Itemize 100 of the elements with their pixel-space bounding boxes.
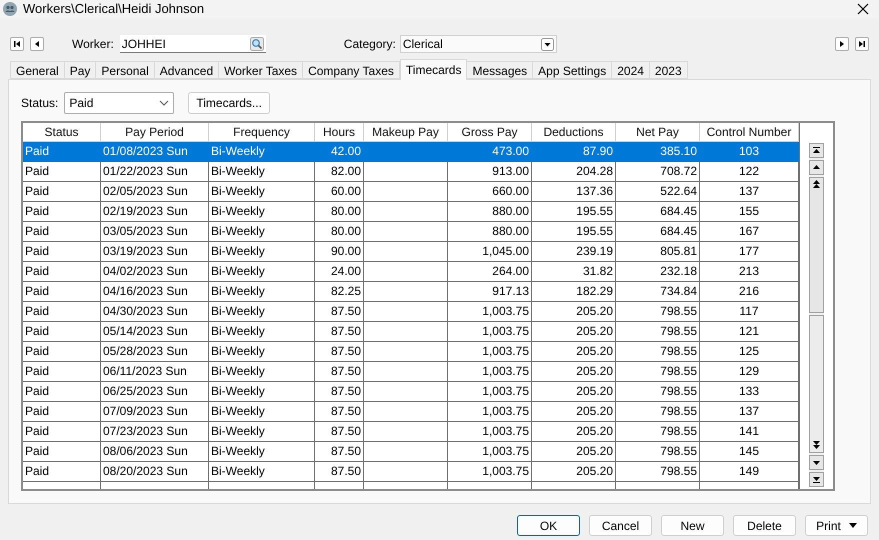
table-cell: 1,003.75 [448,342,532,361]
dialog-button[interactable]: OK [517,515,580,536]
table-row[interactable]: Paid 08/20/2023 Sun Bi-Weekly 87.50 1,003.75 205.20 798.55 149 [23,462,799,482]
scroll-up-button[interactable] [809,160,824,175]
table-cell: 182.29 [532,282,616,301]
column-header[interactable]: Hours [315,123,364,141]
table-row[interactable]: Paid 07/23/2023 Sun Bi-Weekly 87.50 1,003.75 205.20 798.55 141 [23,422,799,442]
table-cell: 87.50 [315,462,364,481]
page-down-icon [812,441,821,450]
table-row[interactable]: Paid 05/28/2023 Sun Bi-Weekly 87.50 1,003.75 205.20 798.55 125 [23,342,799,362]
table-cell: 205.20 [532,302,616,321]
table-cell: 60.00 [315,182,364,201]
column-header[interactable]: Frequency [209,123,315,141]
column-header[interactable]: Status [23,123,101,141]
table-cell: 798.55 [616,382,700,401]
tab[interactable]: 2024 [612,61,650,79]
column-header[interactable]: Gross Pay [448,123,532,141]
table-cell: Paid [23,382,101,401]
tab[interactable]: Advanced [154,61,220,79]
worker-label: Worker: [72,36,114,53]
tab[interactable]: Worker Taxes [219,61,304,79]
table-row[interactable]: Paid 05/14/2023 Sun Bi-Weekly 87.50 1,003.75 205.20 798.55 121 [23,322,799,342]
table-cell: Paid [23,442,101,461]
table-cell: 798.55 [616,442,700,461]
dialog-button[interactable]: Cancel [589,515,652,536]
table-row[interactable]: Paid 04/30/2023 Sun Bi-Weekly 87.50 1,003.75 205.20 798.55 117 [23,302,799,322]
table-cell: 205.20 [532,462,616,481]
close-button[interactable] [856,2,870,16]
dialog-button[interactable]: New [661,515,724,536]
table-cell: Bi-Weekly [209,342,315,361]
scroll-down-button[interactable] [809,455,824,470]
table-cell: Paid [23,362,101,381]
table-row[interactable]: Paid 08/06/2023 Sun Bi-Weekly 87.50 1,003.75 205.20 798.55 145 [23,442,799,462]
tab[interactable]: 2023 [650,61,688,79]
table-cell: Bi-Weekly [209,262,315,281]
table-row[interactable]: Paid 04/16/2023 Sun Bi-Weekly 82.25 917.13 182.29 734.84 216 [23,282,799,302]
table-row[interactable]: Paid 06/25/2023 Sun Bi-Weekly 87.50 1,003.75 205.20 798.55 133 [23,382,799,402]
print-menu-button[interactable]: Print [805,515,868,536]
tab[interactable]: General [10,61,65,79]
table-cell: 03/19/2023 Sun [101,242,209,261]
table-cell: 216 [700,282,799,301]
table-cell: 798.55 [616,362,700,381]
tab[interactable]: Timecards [400,59,468,80]
table-row[interactable]: Paid 03/19/2023 Sun Bi-Weekly 90.00 1,045.00 239.19 805.81 177 [23,242,799,262]
table-cell: 1,003.75 [448,362,532,381]
table-row[interactable]: Paid 06/11/2023 Sun Bi-Weekly 87.50 1,003.75 205.20 798.55 129 [23,362,799,382]
table-cell: 1,003.75 [448,322,532,341]
vertical-scrollbar[interactable] [809,143,824,487]
tab[interactable]: Company Taxes [303,61,400,79]
table-cell: Bi-Weekly [209,442,315,461]
column-header[interactable]: Deductions [532,123,616,141]
first-record-button[interactable] [10,37,24,51]
status-dropdown[interactable]: Paid [64,92,174,114]
category-label: Category: [344,36,396,53]
table-cell: Bi-Weekly [209,422,315,441]
worker-field[interactable]: JOHHEI [120,35,266,53]
table-cell: Paid [23,162,101,181]
column-header[interactable]: Net Pay [616,123,700,141]
table-row[interactable]: Paid 02/05/2023 Sun Bi-Weekly 60.00 660.00 137.36 522.64 137 [23,182,799,202]
table-cell: 798.55 [616,342,700,361]
table-cell: Paid [23,402,101,421]
next-record-button[interactable] [835,37,849,51]
table-cell: Paid [23,262,101,281]
tab[interactable]: Personal [96,61,155,79]
table-cell: 122 [700,162,799,181]
table-cell: Paid [23,282,101,301]
table-row[interactable]: Paid 02/19/2023 Sun Bi-Weekly 80.00 880.00 195.55 684.45 155 [23,202,799,222]
tab[interactable]: Messages [467,61,534,79]
last-record-button[interactable] [855,37,869,51]
table-cell: 473.00 [448,142,532,161]
table-row[interactable]: Paid 07/09/2023 Sun Bi-Weekly 87.50 1,003.75 205.20 798.55 137 [23,402,799,422]
scrollbar-thumb[interactable] [809,315,824,453]
previous-record-button[interactable] [30,37,44,51]
table-cell: Bi-Weekly [209,322,315,341]
table-cell: 87.50 [315,402,364,421]
search-icon[interactable] [250,36,264,50]
table-cell: Paid [23,342,101,361]
page-up-icon [812,180,821,189]
table-row[interactable]: Paid 03/05/2023 Sun Bi-Weekly 80.00 880.00 195.55 684.45 167 [23,222,799,242]
table-row[interactable]: Paid 01/22/2023 Sun Bi-Weekly 82.00 913.00 204.28 708.72 122 [23,162,799,182]
table-cell: 05/14/2023 Sun [101,322,209,341]
table-cell: 121 [700,322,799,341]
table-cell: Bi-Weekly [209,282,315,301]
column-header[interactable]: Pay Period [101,123,209,141]
scroll-top-button[interactable] [809,143,824,158]
table-cell: 90.00 [315,242,364,261]
scroll-bottom-button[interactable] [809,472,824,487]
timecards-button[interactable]: Timecards... [188,92,270,114]
table-row[interactable]: Paid 01/08/2023 Sun Bi-Weekly 42.00 473.00 87.90 385.10 103 [23,142,799,162]
dialog-button[interactable]: Delete [733,515,796,536]
column-header[interactable]: Makeup Pay [364,123,448,141]
category-dropdown[interactable]: Clerical [400,35,557,53]
table-cell: 1,003.75 [448,382,532,401]
tab[interactable]: Pay [64,61,96,79]
column-header[interactable]: Control Number [700,123,799,141]
table-cell: 145 [700,442,799,461]
tab[interactable]: App Settings [533,61,612,79]
table-cell: 07/09/2023 Sun [101,402,209,421]
table-row[interactable]: Paid 04/02/2023 Sun Bi-Weekly 24.00 264.00 31.82 232.18 213 [23,262,799,282]
table-cell: 195.55 [532,222,616,241]
